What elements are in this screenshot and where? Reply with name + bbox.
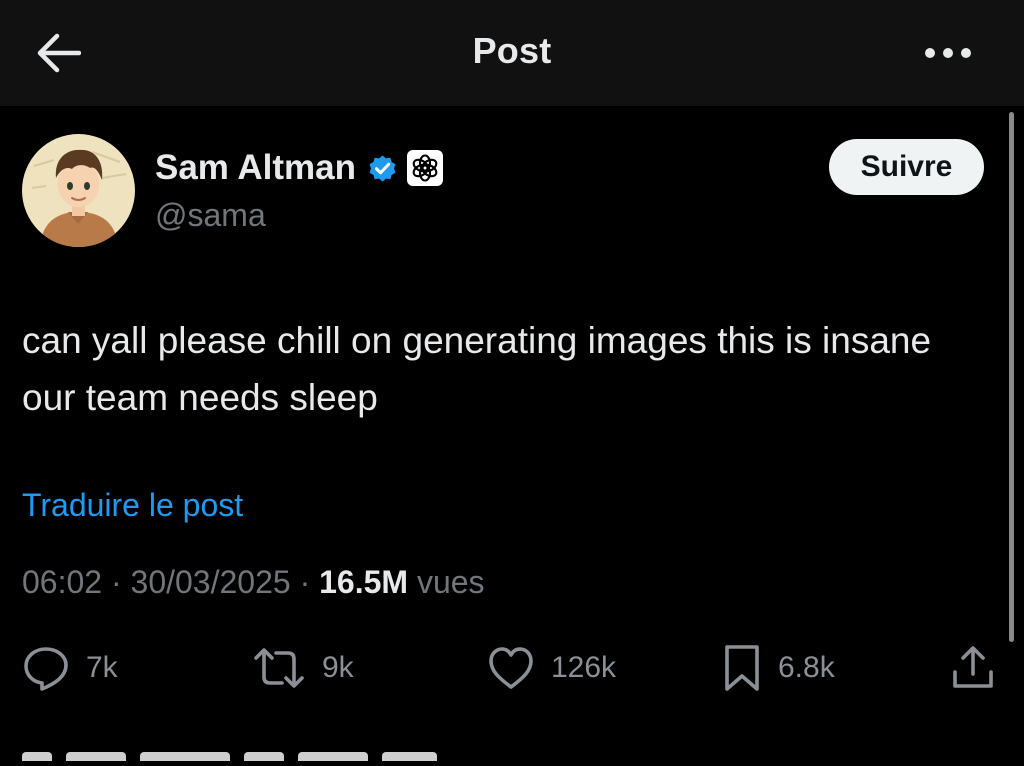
author-name-row: Sam Altman (155, 146, 443, 190)
post-time[interactable]: 06:02 (22, 564, 102, 600)
heart-icon (489, 647, 533, 689)
post-metadata: 06:02 · 30/03/2025 · 16.5M vues (22, 564, 485, 601)
action-bar: 7k 9k 126k 6.8k (0, 640, 1024, 696)
openai-logo-icon[interactable] (406, 150, 443, 186)
more-options-button[interactable] (920, 38, 976, 68)
scrollbar[interactable] (1009, 112, 1014, 642)
share-icon (953, 646, 993, 688)
repost-count: 9k (322, 651, 354, 684)
bookmark-icon (725, 645, 759, 691)
verified-badge-icon[interactable] (366, 152, 399, 185)
views-label: vues (416, 564, 485, 600)
author-name[interactable]: Sam Altman (155, 148, 356, 188)
avatar[interactable] (22, 134, 135, 247)
reply-icon (24, 647, 68, 691)
author-handle[interactable]: @sama (155, 197, 266, 234)
reply-button[interactable]: 7k (22, 640, 118, 696)
more-horizontal-icon (925, 48, 971, 58)
top-bar: Post (0, 0, 1024, 106)
reply-count: 7k (86, 651, 118, 684)
repost-icon (254, 648, 304, 688)
follow-button[interactable]: Suivre (829, 139, 984, 195)
repost-button[interactable]: 9k (252, 640, 354, 696)
next-post-preview (22, 748, 452, 761)
page-title: Post (472, 30, 552, 71)
like-count: 126k (551, 651, 617, 684)
share-button[interactable] (950, 640, 996, 696)
avatar-image (22, 134, 135, 247)
translate-post-link[interactable]: Traduire le post (22, 487, 243, 524)
bookmark-count: 6.8k (778, 651, 835, 684)
post-date[interactable]: 30/03/2025 (131, 564, 291, 600)
like-button[interactable]: 126k (487, 640, 616, 696)
bookmark-button[interactable]: 6.8k (722, 640, 835, 696)
meta-separator: · (110, 564, 122, 600)
meta-separator: · (299, 564, 311, 600)
post-text: can yall please chill on generating imag… (22, 320, 932, 418)
views-count[interactable]: 16.5M (319, 564, 408, 600)
